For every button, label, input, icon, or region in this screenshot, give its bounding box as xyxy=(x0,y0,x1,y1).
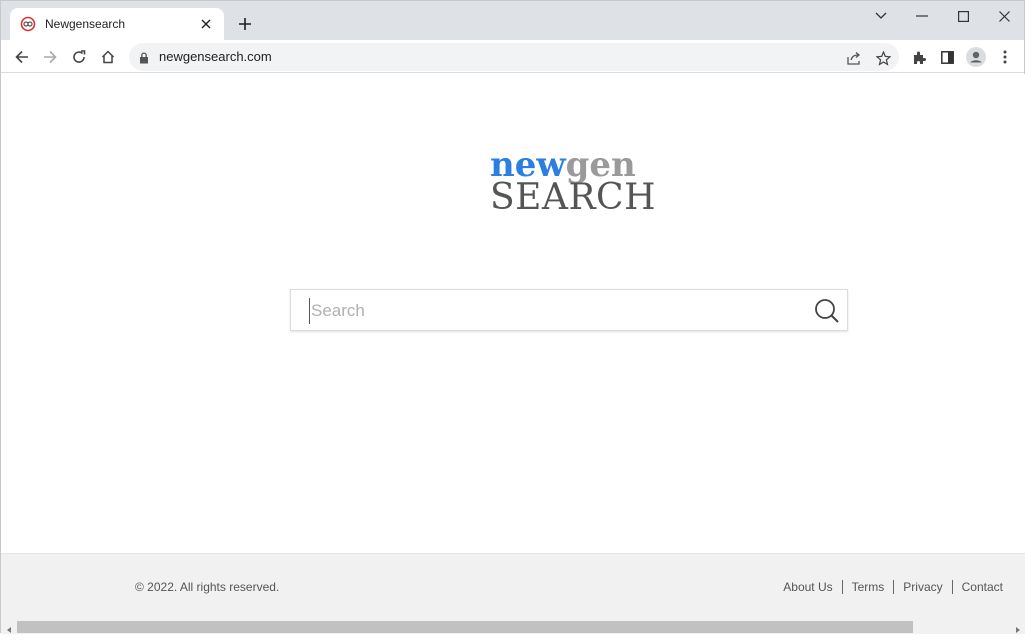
close-window-button[interactable] xyxy=(984,4,1024,28)
reload-button[interactable] xyxy=(66,44,92,70)
share-icon xyxy=(846,52,860,65)
footer-link-privacy[interactable]: Privacy xyxy=(903,580,942,594)
maximize-icon xyxy=(957,10,969,22)
tab-newgensearch[interactable]: Newgensearch xyxy=(10,8,224,40)
footer-links: About Us Terms Privacy Contact xyxy=(783,580,1003,594)
footer-link-about-us[interactable]: About Us xyxy=(783,580,832,594)
forward-icon xyxy=(44,50,57,64)
home-button[interactable] xyxy=(95,44,121,70)
reload-icon xyxy=(73,50,86,63)
footer-divider xyxy=(951,580,953,594)
new-tab-button[interactable] xyxy=(234,13,256,35)
browser-window: Newgensearch newgensearch.com newgen SEA… xyxy=(0,0,1025,634)
menu-button[interactable] xyxy=(992,44,1018,70)
footer-link-contact[interactable]: Contact xyxy=(962,580,1003,594)
profile-button[interactable] xyxy=(963,44,989,70)
minimize-icon xyxy=(916,15,928,17)
url-text[interactable]: newgensearch.com xyxy=(159,49,272,64)
footer-divider xyxy=(893,580,895,594)
search-icon xyxy=(815,299,839,323)
minimize-button[interactable] xyxy=(902,4,942,28)
scrollbar-thumb[interactable] xyxy=(17,621,913,633)
plus-icon xyxy=(239,18,251,30)
newgen-search-logo[interactable]: newgen SEARCH xyxy=(490,148,656,218)
side-panel-icon xyxy=(940,50,954,64)
home-icon xyxy=(101,50,115,64)
tab-title: Newgensearch xyxy=(45,17,126,31)
share-button[interactable] xyxy=(843,47,865,69)
extensions-button[interactable] xyxy=(906,44,932,70)
side-panel-button[interactable] xyxy=(934,44,960,70)
scroll-left-icon[interactable] xyxy=(4,622,14,633)
menu-icon xyxy=(1003,50,1007,64)
tab-close-icon[interactable] xyxy=(198,16,214,32)
search-box xyxy=(290,289,848,331)
footer-divider xyxy=(841,580,843,594)
back-button[interactable] xyxy=(9,44,35,70)
tab-search-button[interactable] xyxy=(861,4,901,28)
scroll-right-icon[interactable] xyxy=(1013,622,1023,633)
lock-icon[interactable] xyxy=(139,51,149,69)
browser-toolbar: newgensearch.com xyxy=(1,40,1024,73)
forward-button[interactable] xyxy=(37,44,63,70)
search-button[interactable] xyxy=(813,297,841,325)
bookmark-star-icon xyxy=(875,50,891,66)
profile-icon xyxy=(966,47,986,67)
copyright-text: © 2022. All rights reserved. xyxy=(135,580,280,594)
logo-search: SEARCH xyxy=(490,177,656,218)
footer-link-terms[interactable]: Terms xyxy=(852,580,885,594)
newgen-favicon-icon xyxy=(20,16,36,32)
extensions-icon xyxy=(913,51,926,64)
back-icon xyxy=(15,50,28,64)
address-bar[interactable]: newgensearch.com xyxy=(129,43,899,71)
close-icon xyxy=(998,10,1010,22)
bookmark-button[interactable] xyxy=(872,47,894,69)
search-input[interactable] xyxy=(309,298,809,324)
maximize-button[interactable] xyxy=(943,4,983,28)
page-content: newgen SEARCH © 2022. All rights reserve… xyxy=(1,74,1025,634)
chevron-down-icon xyxy=(875,12,887,19)
title-bar: Newgensearch xyxy=(1,1,1024,40)
horizontal-scrollbar[interactable] xyxy=(1,619,1025,634)
page-footer: © 2022. All rights reserved. About Us Te… xyxy=(1,553,1025,620)
